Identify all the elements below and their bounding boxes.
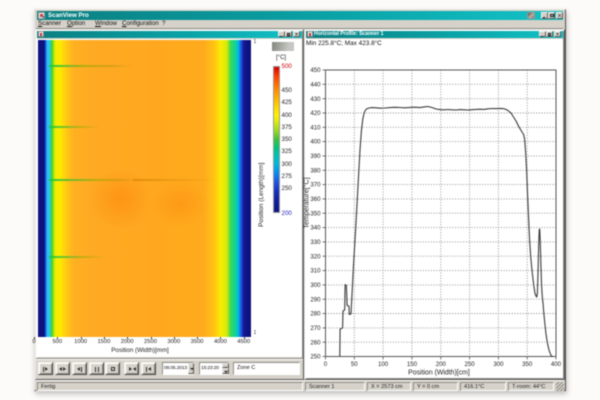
svg-text:250: 250 [310,354,321,361]
svg-text:440: 440 [310,81,321,88]
svg-text:300: 300 [310,282,321,289]
svg-text:Position (Width)[cm]: Position (Width)[cm] [408,370,470,377]
svg-text:410: 410 [310,124,321,131]
svg-text:100: 100 [378,361,389,368]
svg-text:400: 400 [551,361,562,368]
svg-text:280: 280 [310,311,321,318]
svg-text:350: 350 [310,210,321,217]
svg-text:290: 290 [310,296,321,303]
svg-text:390: 390 [310,153,321,160]
svg-text:420: 420 [310,110,321,117]
svg-text:260: 260 [310,339,321,346]
svg-text:430: 430 [310,96,321,103]
svg-text:400: 400 [310,139,321,146]
svg-text:150: 150 [407,361,418,368]
svg-text:380: 380 [310,167,321,174]
svg-text:200: 200 [436,361,447,368]
svg-text:250: 250 [465,361,476,368]
svg-text:360: 360 [310,196,321,203]
svg-text:320: 320 [310,253,321,260]
svg-text:450: 450 [310,67,321,74]
svg-text:270: 270 [310,325,321,332]
svg-text:330: 330 [310,239,321,246]
svg-text:350: 350 [522,361,533,368]
svg-text:50: 50 [351,361,358,368]
svg-text:340: 340 [310,225,321,232]
svg-text:0: 0 [324,361,328,368]
svg-text:300: 300 [493,361,504,368]
svg-text:310: 310 [310,268,321,275]
svg-text:Temperature[°C]: Temperature[°C] [303,177,311,228]
svg-text:370: 370 [310,182,321,189]
